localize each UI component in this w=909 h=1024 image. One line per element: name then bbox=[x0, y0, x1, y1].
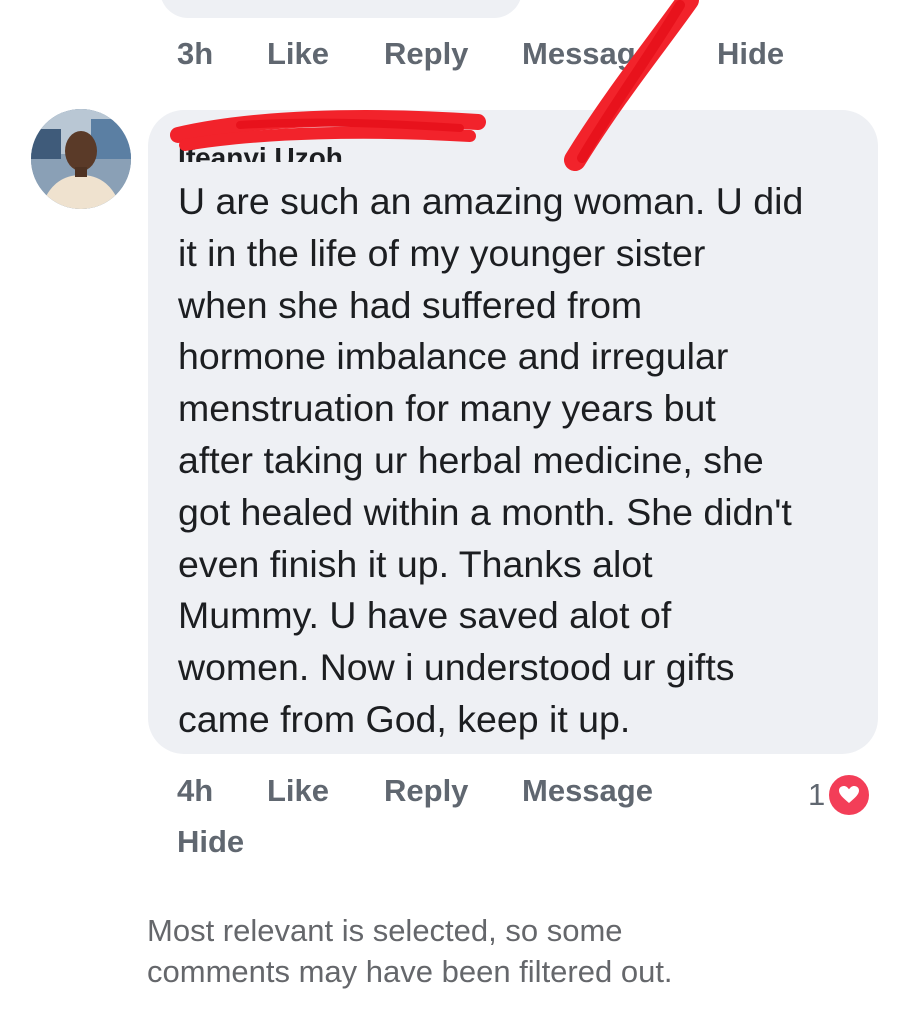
comment-timestamp: 3h bbox=[177, 36, 214, 71]
comment-bubble: Ifeanyi Uzoh U are such an amazing woman… bbox=[148, 110, 878, 754]
reply-button[interactable]: Reply bbox=[384, 773, 522, 809]
previous-comment-actions: 3h Like Reply Message Hide bbox=[177, 36, 784, 72]
reply-button[interactable]: Reply bbox=[384, 36, 522, 72]
message-button[interactable]: Message bbox=[522, 36, 717, 72]
profile-photo bbox=[31, 109, 131, 209]
comment-actions: 4h Like Reply Message bbox=[177, 773, 653, 809]
comment-author-name[interactable]: Ifeanyi Uzoh bbox=[178, 130, 398, 162]
comment-timestamp: 4h bbox=[177, 773, 214, 808]
heart-icon bbox=[827, 773, 872, 817]
hide-button[interactable]: Hide bbox=[717, 36, 784, 72]
comment-filter-note: Most relevant is selected, so some comme… bbox=[147, 913, 673, 989]
avatar[interactable] bbox=[31, 109, 131, 209]
reaction-summary[interactable]: 1 bbox=[808, 773, 872, 817]
comment-text: U are such an amazing woman. U did it in… bbox=[178, 180, 804, 740]
hide-button[interactable]: Hide bbox=[177, 824, 244, 860]
message-button[interactable]: Message bbox=[522, 773, 653, 809]
reaction-count: 1 bbox=[808, 777, 826, 812]
previous-comment-bubble bbox=[160, 0, 522, 18]
like-button[interactable]: Like bbox=[267, 773, 384, 809]
like-button[interactable]: Like bbox=[267, 36, 384, 72]
